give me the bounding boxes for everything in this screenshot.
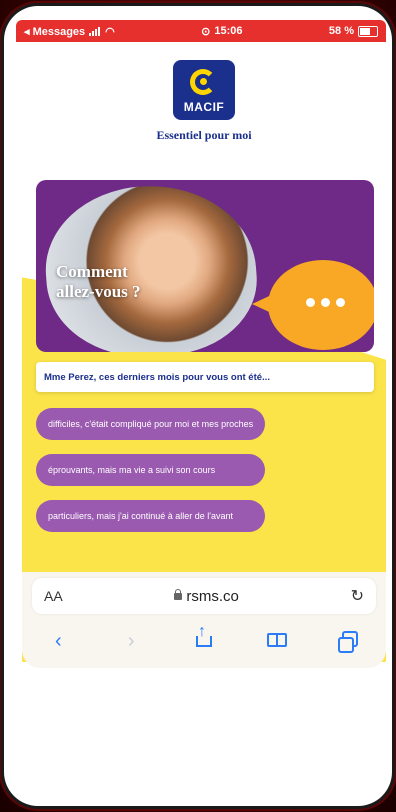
battery-icon xyxy=(358,25,378,37)
brand-header: MACIF Essentiel pour moi xyxy=(22,60,386,143)
web-content: MACIF Essentiel pour moi Comment allez-v… xyxy=(22,42,386,662)
tabs-button[interactable] xyxy=(335,630,365,653)
signal-icon xyxy=(89,26,101,36)
hero-banner: Comment allez-vous ? xyxy=(36,180,374,352)
typing-dots-icon xyxy=(306,298,345,307)
text-size-button[interactable]: AA xyxy=(44,588,63,604)
tabs-icon xyxy=(337,630,358,653)
answer-option-eprouvants[interactable]: éprouvants, mais ma vie a suivi son cour… xyxy=(36,454,266,486)
status-bar: ◂ Messages ◠ ⊙ 15:06 58 % xyxy=(16,20,386,42)
forward-icon[interactable]: › xyxy=(116,630,146,653)
bookmarks-button[interactable] xyxy=(262,630,292,653)
safari-bottom-chrome: AA rsms.co ↻ ‹ › xyxy=(22,572,386,668)
back-icon[interactable]: ‹ xyxy=(43,630,73,653)
lock-icon xyxy=(174,588,183,600)
phone-frame: ◂ Messages ◠ ⊙ 15:06 58 % MACIF Essentie… xyxy=(4,6,392,806)
url-display[interactable]: rsms.co xyxy=(174,588,239,605)
share-icon xyxy=(195,623,212,647)
back-to-app-link[interactable]: ◂ Messages xyxy=(24,25,85,38)
hero-heading-line2: allez-vous ? xyxy=(56,282,141,301)
address-bar[interactable]: AA rsms.co ↻ xyxy=(32,578,376,614)
safari-toolbar: ‹ › xyxy=(22,622,386,660)
hero-heading: Comment allez-vous ? xyxy=(56,262,141,302)
logo-dot-icon xyxy=(200,78,207,85)
hero-heading-line1: Comment xyxy=(56,262,128,281)
brand-tagline: Essentiel pour moi xyxy=(156,128,252,142)
answer-option-difficiles[interactable]: difficiles, c'était compliqué pour moi e… xyxy=(36,408,266,440)
wifi-icon: ◠ xyxy=(105,25,115,38)
battery-percent: 58 % xyxy=(328,25,354,37)
logo-text: MACIF xyxy=(183,100,225,114)
reload-icon[interactable]: ↻ xyxy=(351,586,364,606)
share-button[interactable] xyxy=(189,623,219,653)
bookmarks-icon xyxy=(266,632,287,647)
answer-option-particuliers[interactable]: particuliers, mais j'ai continué à aller… xyxy=(36,500,266,532)
url-text: rsms.co xyxy=(186,587,239,605)
answer-options: difficiles, c'était compliqué pour moi e… xyxy=(36,408,266,546)
status-time: 15:06 xyxy=(214,25,243,37)
alarm-icon: ⊙ xyxy=(201,25,211,38)
macif-logo[interactable]: MACIF xyxy=(173,60,235,120)
question-prompt: Mme Perez, ces derniers mois pour vous o… xyxy=(36,362,374,392)
